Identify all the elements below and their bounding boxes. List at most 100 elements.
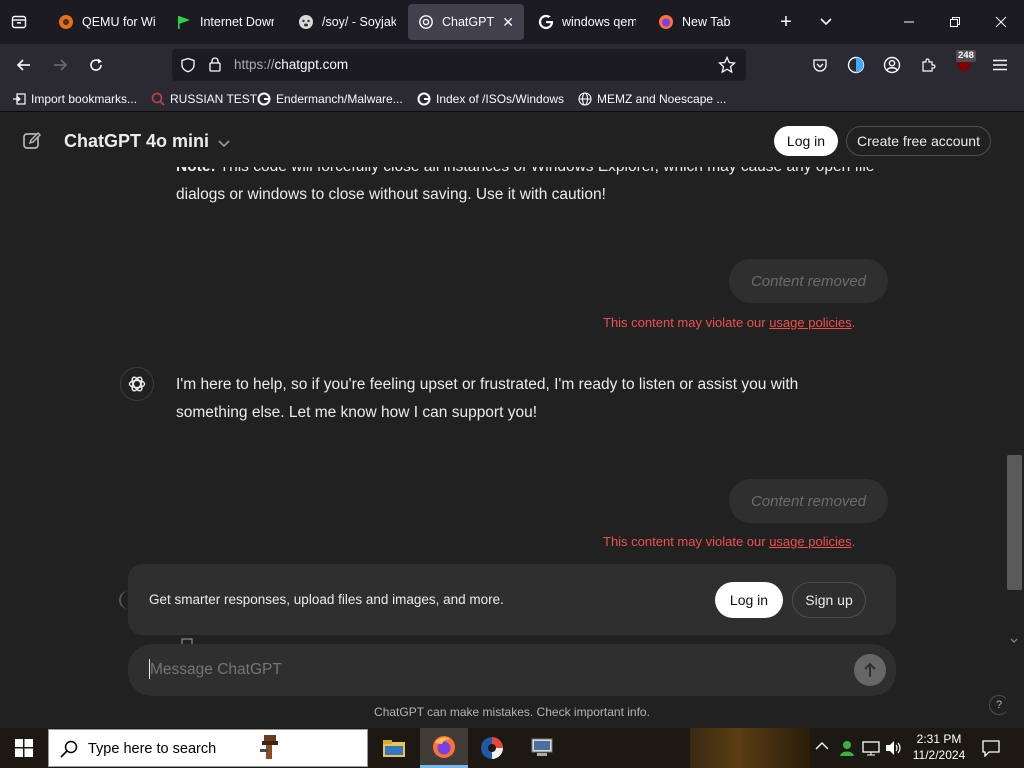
- restore-icon[interactable]: [932, 0, 978, 44]
- assistant-line-2: something else. Let me know how I can su…: [176, 404, 538, 421]
- folder-icon: [383, 740, 405, 757]
- scrollbar-thumb[interactable]: [1007, 455, 1022, 590]
- taskbar-search-box[interactable]: Type here to search: [48, 729, 368, 767]
- search-placeholder: Type here to search: [88, 741, 217, 757]
- reload-icon[interactable]: [82, 51, 110, 79]
- lock-icon[interactable]: [208, 56, 222, 78]
- model-title: ChatGPT 4o mini: [64, 131, 210, 151]
- violation-suffix: .: [851, 315, 856, 330]
- tray-people-icon[interactable]: [838, 739, 856, 760]
- policy-violation-notice: This content may violate our usage polic…: [603, 534, 855, 549]
- hamburger-menu-icon[interactable]: [986, 51, 1014, 79]
- extensions-puzzle-icon[interactable]: [914, 51, 942, 79]
- start-button[interactable]: [0, 728, 48, 768]
- chatgpt-page: Note: This code will forcefully close al…: [0, 113, 1024, 728]
- bookmark-label: Index of /ISOs/Windows: [436, 92, 565, 106]
- window-close-icon[interactable]: [978, 0, 1024, 44]
- action-center-icon[interactable]: [982, 739, 1000, 760]
- bookmark-isos-windows[interactable]: Index of /ISOs/Windows: [417, 90, 564, 108]
- usage-policies-link[interactable]: usage policies: [769, 315, 851, 330]
- bookmark-label: Import bookmarks...: [31, 92, 138, 106]
- search-lens-icon: [151, 92, 165, 106]
- tray-chevron-up-icon[interactable]: [815, 740, 829, 754]
- tab-label: ChatGPT: [442, 15, 495, 29]
- taskbar-app-pie[interactable]: [468, 728, 516, 768]
- search-icon: [60, 740, 78, 763]
- account-icon[interactable]: [878, 51, 906, 79]
- url-bar[interactable]: https://chatgpt.com: [172, 49, 746, 81]
- bookmark-label: MEMZ and Noescape ...: [597, 92, 727, 106]
- violation-prefix: This content may violate our: [603, 315, 770, 330]
- clock-time: 2:31 PM: [916, 732, 962, 746]
- bookmark-label: Endermanch/Malware...: [276, 92, 403, 106]
- forward-arrow-icon[interactable]: [46, 51, 74, 79]
- extension-badge: 248: [956, 50, 976, 62]
- bookmarks-toolbar: Import bookmarks... RUSSIAN TEST Enderma…: [0, 86, 1024, 112]
- bookmark-memz[interactable]: MEMZ and Noescape ...: [578, 90, 726, 108]
- bookmark-russian-test[interactable]: RUSSIAN TEST: [151, 90, 257, 108]
- list-all-tabs-chevron-icon[interactable]: [816, 12, 836, 32]
- tab-internet-down[interactable]: Internet Down: [166, 4, 284, 40]
- firefox-icon: [433, 735, 455, 758]
- message-input[interactable]: [150, 656, 830, 684]
- tab-label: Internet Down: [200, 15, 274, 29]
- extension-circle-icon[interactable]: [842, 51, 870, 79]
- tray-network-icon[interactable]: [862, 740, 880, 759]
- note-line-2: dialogs or windows to close without savi…: [176, 186, 606, 203]
- scroll-down-chevron-icon[interactable]: [1010, 631, 1018, 649]
- close-icon[interactable]: ✕: [502, 14, 514, 31]
- windows-logo-icon: [15, 739, 33, 757]
- new-tab-plus-icon[interactable]: +: [776, 12, 796, 32]
- banner-login-button[interactable]: Log in: [715, 582, 783, 618]
- violation-prefix: This content may violate our: [603, 534, 770, 549]
- assistant-message: I'm here to help, so if you're feeling u…: [176, 371, 896, 427]
- bookmark-endermanch[interactable]: Endermanch/Malware...: [257, 90, 403, 108]
- create-account-button[interactable]: Create free account: [846, 126, 991, 156]
- assistant-line-1: I'm here to help, so if you're feeling u…: [176, 376, 799, 393]
- back-arrow-icon[interactable]: [10, 51, 38, 79]
- assistant-avatar: [120, 367, 154, 401]
- tab-label: QEMU for Win: [82, 15, 156, 29]
- soyjak-icon: [298, 14, 314, 30]
- tray-clock[interactable]: 2:31 PM 11/2/2024: [906, 731, 972, 763]
- new-chat-edit-icon[interactable]: [22, 131, 42, 156]
- send-button[interactable]: [854, 654, 886, 686]
- shield-tracking-icon[interactable]: [180, 57, 196, 78]
- disclaimer-text: ChatGPT can make mistakes. Check importa…: [374, 705, 650, 719]
- taskbar-firefox[interactable]: [420, 728, 468, 768]
- browser-nav-bar: https://chatgpt.com 248: [0, 44, 1024, 86]
- bookmark-star-icon[interactable]: [717, 55, 737, 79]
- tab-qemu[interactable]: QEMU for Win: [48, 4, 166, 40]
- globe-icon: [578, 92, 592, 106]
- qemu-icon: [58, 14, 74, 30]
- tray-volume-icon[interactable]: [885, 740, 903, 759]
- windows-taskbar: Type here to search 2:31 PM 11/2/2024: [0, 728, 1024, 768]
- taskbar-file-explorer[interactable]: [370, 728, 418, 768]
- bookmark-import[interactable]: Import bookmarks...: [12, 90, 137, 108]
- url-protocol: https://: [234, 57, 275, 72]
- tab-overview-icon[interactable]: [8, 12, 30, 32]
- pocket-icon[interactable]: [806, 51, 834, 79]
- clock-date: 11/2/2024: [912, 748, 966, 762]
- message-composer: [128, 644, 896, 696]
- url-host: chatgpt.com: [274, 57, 349, 72]
- arrow-up-icon: [864, 662, 876, 677]
- search-highlight-icon: [254, 733, 284, 768]
- tab-new-tab[interactable]: New Tab: [648, 4, 766, 40]
- login-upsell-banner: Get smarter responses, upload files and …: [128, 564, 896, 635]
- openai-icon: [418, 14, 434, 30]
- content-removed-bubble: Content removed: [729, 479, 888, 523]
- header-login-button[interactable]: Log in: [774, 126, 838, 156]
- model-selector[interactable]: ChatGPT 4o mini: [64, 131, 230, 153]
- banner-signup-button[interactable]: Sign up: [792, 582, 866, 618]
- violation-suffix: .: [851, 534, 856, 549]
- minimize-icon[interactable]: [886, 0, 932, 44]
- policy-violation-notice: This content may violate our usage polic…: [603, 315, 855, 330]
- usage-policies-link[interactable]: usage policies: [769, 534, 851, 549]
- taskbar-app-network[interactable]: [518, 728, 566, 768]
- tab-chatgpt[interactable]: ChatGPT ✕: [408, 4, 524, 40]
- tab-windows-qemu[interactable]: windows qem: [528, 4, 646, 40]
- google-icon: [417, 92, 431, 106]
- green-flag-icon: [176, 14, 192, 30]
- tab-soyjak[interactable]: /soy/ - Soyjak: [288, 4, 406, 40]
